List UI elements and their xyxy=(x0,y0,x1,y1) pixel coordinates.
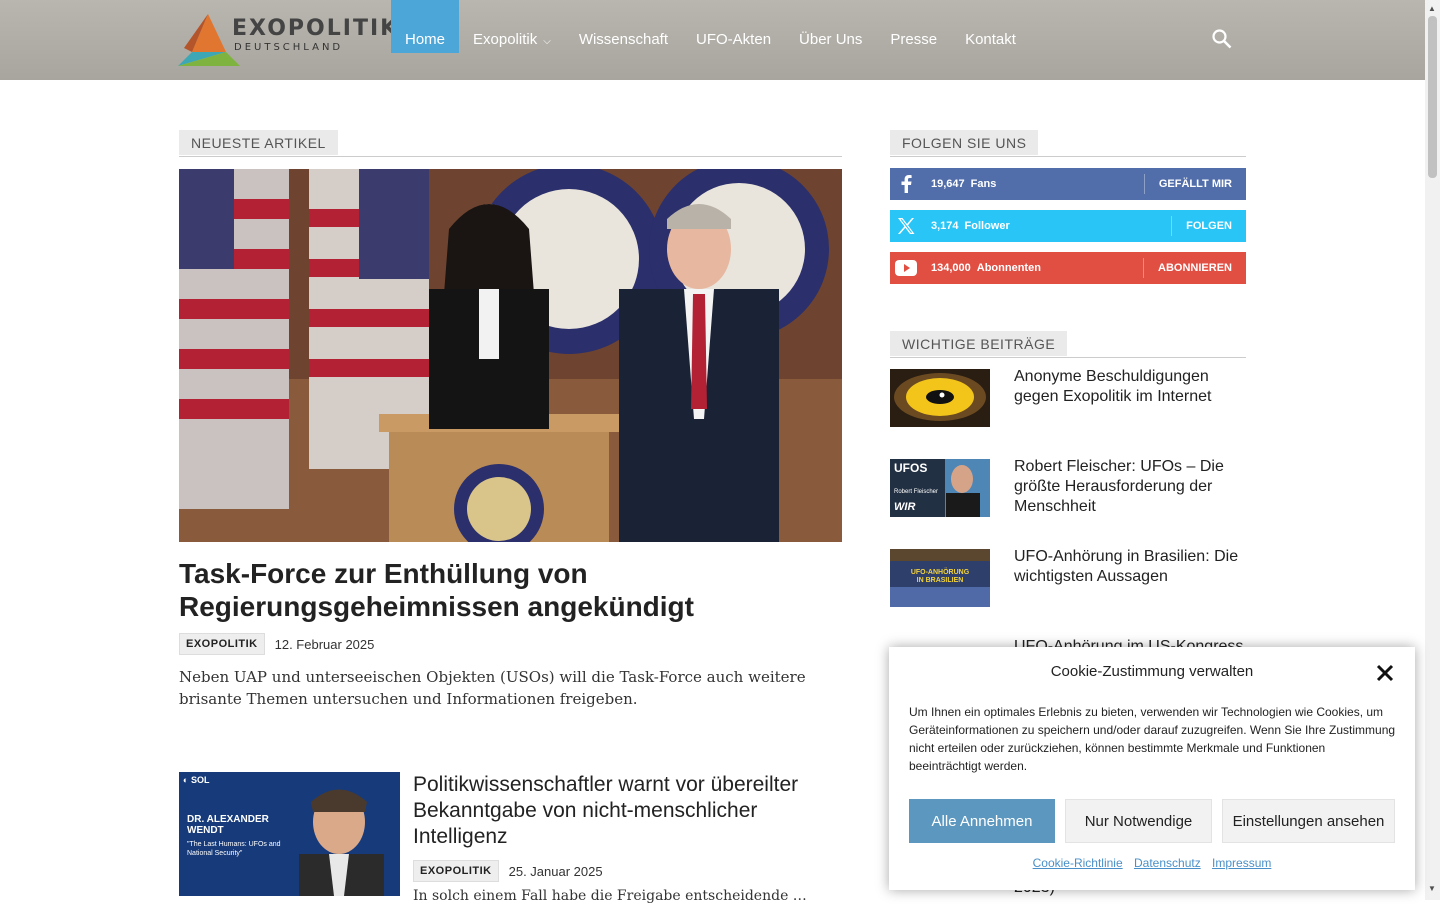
x-follow-row[interactable]: 3,174 Follower FOLGEN xyxy=(890,210,1246,242)
youtube-count: 134,000 xyxy=(931,262,971,274)
nav-ueber-uns[interactable]: Über Uns xyxy=(785,0,876,53)
youtube-label: Abonnenten xyxy=(976,262,1041,274)
site-logo[interactable]: EXOPOLITIK DEUTSCHLAND xyxy=(178,12,397,68)
site-header: EXOPOLITIK DEUTSCHLAND Home Exopolitik ⌵ … xyxy=(0,0,1425,80)
nav-presse[interactable]: Presse xyxy=(876,0,951,53)
main-nav: Home Exopolitik ⌵ Wissenschaft UFO-Akten … xyxy=(391,0,1030,80)
category-badge[interactable]: EXOPOLITIK xyxy=(179,633,265,655)
sidebar-post[interactable]: UFO-ANHÖRUNG IN BRASILIEN UFO-Anhörung i… xyxy=(890,547,1246,609)
facebook-count: 19,647 xyxy=(931,178,965,190)
important-posts-heading: WICHTIGE BEITRÄGE xyxy=(890,331,1246,358)
facebook-follow-row[interactable]: 19,647 Fans GEFÄLLT MIR xyxy=(890,168,1246,200)
facebook-like-button[interactable]: GEFÄLLT MIR xyxy=(1143,174,1246,194)
scrollbar-thumb[interactable] xyxy=(1428,16,1437,178)
second-article-title[interactable]: Politikwissenschaftler warnt vor übereil… xyxy=(413,772,843,850)
page-scrollbar[interactable]: ▲ ▼ xyxy=(1425,0,1440,900)
cookie-policy-link[interactable]: Cookie-Richtlinie xyxy=(1033,856,1123,870)
featured-article-title[interactable]: Task-Force zur Enthüllung von Regierungs… xyxy=(179,557,842,623)
youtube-follow-row[interactable]: 134,000 Abonnenten ABONNIEREN xyxy=(890,252,1246,284)
nav-ufo-akten[interactable]: UFO-Akten xyxy=(682,0,785,53)
accept-all-button[interactable]: Alle Annehmen xyxy=(909,799,1055,843)
featured-photo xyxy=(179,169,842,542)
nav-exopolitik[interactable]: Exopolitik ⌵ xyxy=(459,0,565,53)
youtube-icon xyxy=(890,252,922,284)
logo-subtext: DEUTSCHLAND xyxy=(234,42,344,53)
privacy-link[interactable]: Datenschutz xyxy=(1134,856,1201,870)
second-article-excerpt: In solch einem Fall habe die Freigabe en… xyxy=(413,888,807,904)
scroll-down-arrow-icon[interactable]: ▼ xyxy=(1428,884,1436,893)
necessary-only-button[interactable]: Nur Notwendige xyxy=(1065,799,1212,843)
latest-articles-heading: NEUESTE ARTIKEL xyxy=(179,130,842,157)
sidebar-post-title[interactable]: UFO-Anhörung in Brasilien: Die wichtigst… xyxy=(1014,547,1246,587)
nav-kontakt[interactable]: Kontakt xyxy=(951,0,1030,53)
sidebar-post-thumbnail[interactable]: UFO-ANHÖRUNG IN BRASILIEN xyxy=(890,549,990,607)
cookie-links: Cookie-Richtlinie Datenschutz Impressum xyxy=(889,856,1415,870)
scroll-up-arrow-icon[interactable]: ▲ xyxy=(1428,4,1436,13)
sidebar-post-thumbnail[interactable] xyxy=(890,369,990,427)
thumb-name: DR. ALEXANDER WENDT xyxy=(187,814,269,836)
thumb-heading: UFO-ANHÖRUNG IN BRASILIEN xyxy=(910,569,970,584)
thumb-caption: Robert Fleischer xyxy=(894,489,939,495)
youtube-subscribe-button[interactable]: ABONNIEREN xyxy=(1143,258,1246,278)
thumb-heading: UFOS xyxy=(894,461,928,475)
sidebar-post[interactable]: Anonyme Beschuldigungen gegen Exopolitik… xyxy=(890,367,1246,429)
thumb-quote: "The Last Humans: UFOs and National Secu… xyxy=(187,841,281,857)
featured-article-excerpt: Neben UAP und unterseeischen Objekten (U… xyxy=(179,668,806,708)
nav-home[interactable]: Home xyxy=(391,0,460,53)
x-icon xyxy=(890,210,922,242)
imprint-link[interactable]: Impressum xyxy=(1212,856,1271,870)
nav-wissenschaft[interactable]: Wissenschaft xyxy=(565,0,682,53)
logo-text: EXOPOLITIK xyxy=(232,16,400,41)
x-label: Follower xyxy=(964,220,1010,232)
cookie-consent-dialog: Cookie-Zustimmung verwalten Um Ihnen ein… xyxy=(889,647,1415,890)
x-follow-button[interactable]: FOLGEN xyxy=(1171,216,1246,236)
chevron-down-icon: ⌵ xyxy=(543,36,551,47)
sidebar-post-thumbnail[interactable]: UFOS Robert Fleischer WIR xyxy=(890,459,990,517)
featured-article-image[interactable] xyxy=(179,169,842,542)
cookie-message: Um Ihnen ein optimales Erlebnis zu biete… xyxy=(909,705,1396,773)
close-icon[interactable] xyxy=(1375,663,1395,683)
sidebar-post[interactable]: UFOS Robert Fleischer WIR Robert Fleisch… xyxy=(890,457,1246,519)
eye-image xyxy=(890,369,990,427)
sidebar-post-title[interactable]: Anonyme Beschuldigungen gegen Exopolitik… xyxy=(1014,367,1246,407)
second-article-meta: EXOPOLITIK 25. Januar 2025 xyxy=(413,860,603,882)
second-article-thumbnail[interactable]: ◐ SOL DR. ALEXANDER WENDT "The Last Huma… xyxy=(179,772,400,896)
article-date: 25. Januar 2025 xyxy=(508,863,603,879)
category-badge[interactable]: EXOPOLITIK xyxy=(413,860,499,882)
facebook-icon xyxy=(890,168,922,200)
sidebar-post-title[interactable]: Robert Fleischer: UFOs – Die größte Hera… xyxy=(1014,457,1246,517)
featured-article-meta: EXOPOLITIK 12. Februar 2025 xyxy=(179,633,374,655)
facebook-label: Fans xyxy=(970,178,997,190)
thumb-brand: ◐ SOL xyxy=(183,775,210,785)
x-count: 3,174 xyxy=(931,220,959,232)
search-icon[interactable] xyxy=(1211,28,1233,50)
follow-us-heading: FOLGEN SIE UNS xyxy=(890,130,1246,157)
article-date: 12. Februar 2025 xyxy=(274,636,375,652)
thumb-brand: WIR xyxy=(894,501,916,513)
cookie-dialog-title: Cookie-Zustimmung verwalten xyxy=(1050,663,1254,680)
view-settings-button[interactable]: Einstellungen ansehen xyxy=(1222,799,1395,843)
